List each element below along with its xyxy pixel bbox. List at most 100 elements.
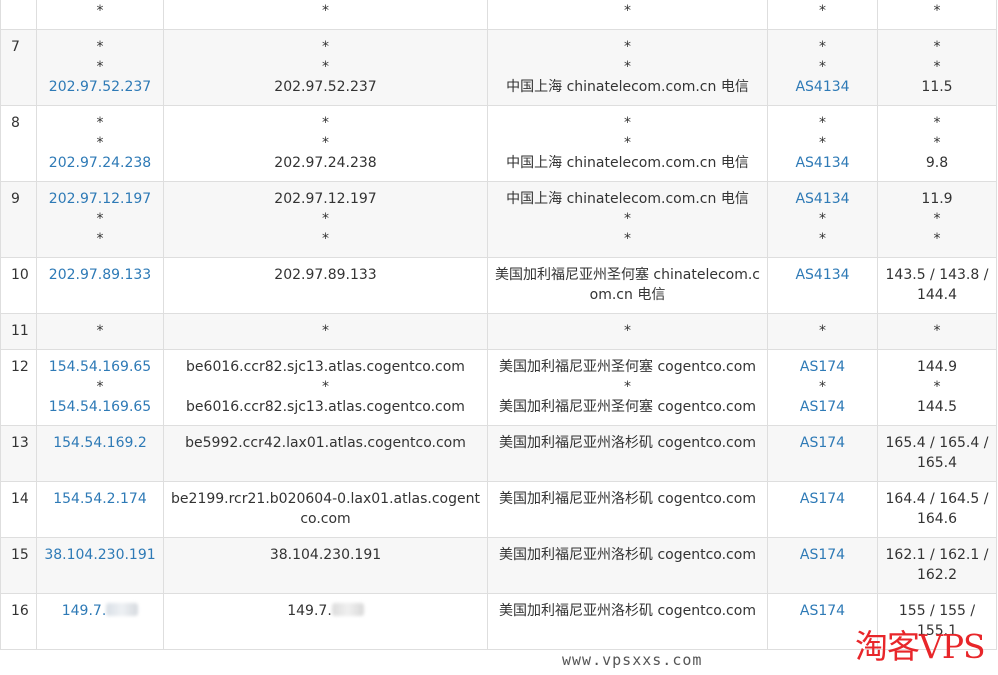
timeout-marker: * xyxy=(322,323,329,339)
hop-number: 8 xyxy=(0,105,37,182)
ip-link[interactable]: 202.97.89.133 xyxy=(41,265,159,285)
table-row: 8 * * 202.97.24.238 * * 202.97.24.238 * * 中国上海 ch… xyxy=(0,105,997,182)
ip-cell: 38.104.230.191 xyxy=(36,537,164,594)
timeout-marker: * xyxy=(819,135,826,151)
table-row: 13 154.54.169.2 be5992.ccr42.lax01.atlas.c… xyxy=(0,425,997,482)
host-text: be2199.rcr21.b020604-0.lax01.atlas.cogen… xyxy=(171,491,480,527)
table-row: 15 38.104.230.191 38.104.230.191 美国加利福尼亚州洛杉… xyxy=(0,537,997,594)
ip-cell: 202.97.12.197 * * xyxy=(36,181,164,258)
host-cell: 38.104.230.191 xyxy=(163,537,488,594)
geo-text: 美国加利福尼亚州圣何塞 cogentco.com xyxy=(499,399,756,415)
asn-cell: * * AS4134 xyxy=(767,29,878,106)
table-row: 11 * * * * * xyxy=(0,313,997,350)
ip-cell: 154.54.169.65 * 154.54.169.65 xyxy=(36,349,164,426)
timeout-marker: * xyxy=(933,231,941,247)
timeout-marker: * xyxy=(322,115,329,131)
rtt-cell: 143.5 / 143.8 / 144.4 xyxy=(877,257,997,314)
timeout-marker: * xyxy=(624,39,631,55)
timeout-marker: * xyxy=(624,3,631,19)
rtt-text: 165.4 / 165.4 / 165.4 xyxy=(885,435,989,471)
timeout-marker: * xyxy=(624,115,631,131)
timeout-marker: * xyxy=(322,59,329,75)
host-text: 202.97.12.197 xyxy=(274,191,377,207)
host-text: 149.7. xyxy=(287,603,332,619)
asn-link[interactable]: AS4134 xyxy=(772,265,873,285)
host-text: be5992.ccr42.lax01.atlas.cogentco.com xyxy=(185,435,466,451)
asn-link[interactable]: AS174 xyxy=(772,601,873,621)
timeout-marker: * xyxy=(322,39,329,55)
rtt-text: 11.5 xyxy=(921,79,953,95)
hop-number: 16 xyxy=(0,593,37,650)
timeout-marker: * xyxy=(96,59,104,75)
host-text: 38.104.230.191 xyxy=(269,547,382,563)
ip-link[interactable]: 154.54.169.2 xyxy=(41,433,159,453)
geo-text: 美国加利福尼亚州圣何塞 chinatelecom.com.cn 电信 xyxy=(494,267,760,303)
rtt-text: 164.4 / 164.5 / 164.6 xyxy=(885,491,989,527)
asn-link[interactable]: AS174 xyxy=(772,433,873,453)
rtt-text: 9.8 xyxy=(925,155,949,171)
host-text: 202.97.52.237 xyxy=(274,79,377,95)
timeout-marker: * xyxy=(322,211,329,227)
ip-link[interactable]: 202.97.12.197 xyxy=(41,189,159,209)
asn-cell: * * AS4134 xyxy=(767,105,878,182)
timeout-marker: * xyxy=(322,135,329,151)
rtt-text: 144.9 xyxy=(916,359,958,375)
ip-link[interactable]: 154.54.169.65 xyxy=(41,397,159,417)
asn-link[interactable]: AS174 xyxy=(772,489,873,509)
ip-link[interactable]: 154.54.169.65 xyxy=(41,357,159,377)
rtt-cell: 144.9 * 144.5 xyxy=(877,349,997,426)
timeout-marker: * xyxy=(933,39,941,55)
asn-cell: AS4134 * * xyxy=(767,181,878,258)
rtt-text: 144.5 xyxy=(916,399,958,415)
timeout-marker: * xyxy=(624,323,631,339)
redacted-blur xyxy=(106,603,139,616)
host-cell: 202.97.12.197 * * xyxy=(163,181,488,258)
timeout-marker: * xyxy=(322,379,329,395)
timeout-marker: * xyxy=(96,135,104,151)
ip-cell: 149.7. xyxy=(36,593,164,650)
host-text: be6016.ccr82.sjc13.atlas.cogentco.com xyxy=(186,399,465,415)
geo-text: 美国加利福尼亚州洛杉矶 cogentco.com xyxy=(499,603,756,619)
timeout-marker: * xyxy=(322,3,329,19)
rtt-cell: * * 9.8 xyxy=(877,105,997,182)
ip-link[interactable]: 38.104.230.191 xyxy=(41,545,159,565)
host-cell: * * 202.97.52.237 xyxy=(163,29,488,106)
timeout-marker: * xyxy=(322,231,329,247)
timeout-marker: * xyxy=(624,211,631,227)
asn-cell: AS174 xyxy=(767,425,878,482)
hop-number: 12 xyxy=(0,349,37,426)
timeout-marker: * xyxy=(819,323,826,339)
asn-cell: AS4134* xyxy=(767,0,878,30)
host-cell: * * 202.97.24.238 xyxy=(163,105,488,182)
table-row: 9 202.97.12.197 * * 202.97.12.197 * * 中国上海 chin… xyxy=(0,181,997,258)
table-row: 16 149.7. 149.7. 美国加利福尼亚州洛杉矶 cogentco.com AS… xyxy=(0,593,997,650)
timeout-marker: * xyxy=(96,231,104,247)
asn-link[interactable]: AS4134 xyxy=(772,153,873,173)
asn-link[interactable]: AS174 xyxy=(772,397,873,417)
ip-link[interactable]: 202.97.24.238 xyxy=(41,153,159,173)
geo-text: 美国加利福尼亚州洛杉矶 cogentco.com xyxy=(499,547,756,563)
timeout-marker: * xyxy=(819,379,826,395)
geo-cell: * xyxy=(487,313,768,350)
ip-link[interactable]: 202.97.52.237 xyxy=(41,77,159,97)
asn-cell: AS4134 xyxy=(767,257,878,314)
table-row: 661.147.249.141*61.147.249.141*中国江苏宿迁 ch… xyxy=(0,0,997,30)
ip-link[interactable]: 154.54.2.174 xyxy=(41,489,159,509)
rtt-cell: * * 11.5 xyxy=(877,29,997,106)
host-cell: 61.147.249.141* xyxy=(163,0,488,30)
timeout-marker: * xyxy=(933,3,941,19)
asn-link[interactable]: AS174 xyxy=(772,545,873,565)
ip-link[interactable]: 149.7. xyxy=(62,603,107,619)
geo-cell: * * 中国上海 chinatelecom.com.cn 电信 xyxy=(487,105,768,182)
hop-number: 10 xyxy=(0,257,37,314)
hop-number: 11 xyxy=(0,313,37,350)
host-text: 202.97.24.238 xyxy=(274,155,377,171)
asn-link[interactable]: AS4134 xyxy=(772,77,873,97)
asn-link[interactable]: AS174 xyxy=(772,357,873,377)
rtt-cell: 164.4 / 164.5 / 164.6 xyxy=(877,481,997,538)
hop-number: 14 xyxy=(0,481,37,538)
traceroute-body: 661.147.249.141*61.147.249.141*中国江苏宿迁 ch… xyxy=(0,0,997,650)
asn-link[interactable]: AS4134 xyxy=(772,189,873,209)
timeout-marker: * xyxy=(819,3,826,19)
rtt-text: 11.9 xyxy=(921,191,953,207)
